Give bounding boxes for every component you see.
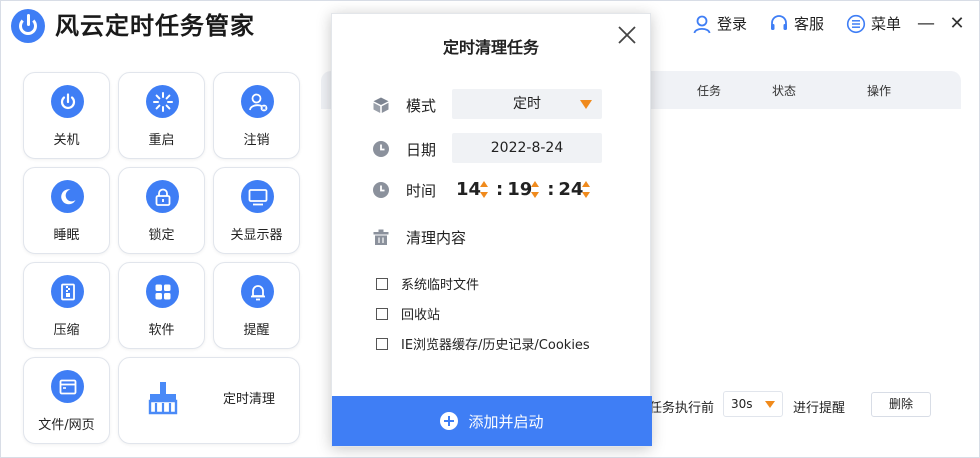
time-separator: : — [547, 179, 555, 200]
tile-label: 关显示器 — [230, 228, 283, 243]
option-ie-cache[interactable]: IE浏览器缓存/历史记录/Cookies — [376, 334, 590, 353]
date-field[interactable]: 2022-8-24 — [452, 133, 602, 163]
tile-reminder[interactable]: 提醒 — [213, 262, 300, 349]
tile-compress[interactable]: 压缩 — [23, 262, 110, 349]
mode-label: 模式 — [406, 97, 437, 115]
service-label: 客服 — [793, 15, 824, 33]
clock-icon — [373, 182, 389, 198]
tile-logout[interactable]: 注销 — [213, 72, 300, 159]
minimize-button[interactable]: — — [917, 13, 935, 34]
tile-label: 锁定 — [148, 228, 175, 243]
tile-label: 重启 — [148, 133, 175, 148]
remind-time-select[interactable]: 30s — [723, 391, 783, 417]
browser-icon — [51, 370, 84, 403]
service-button[interactable]: 客服 — [769, 13, 824, 34]
trash-icon — [373, 229, 389, 245]
tile-shutdown[interactable]: 关机 — [23, 72, 110, 159]
dialog-title: 定时清理任务 — [442, 38, 539, 57]
checkbox[interactable] — [376, 307, 388, 320]
add-and-start-label: 添加并启动 — [468, 412, 544, 431]
top-actions: 登录 客服 菜单 — ✕ — [670, 13, 965, 34]
checkbox[interactable] — [376, 277, 388, 290]
tile-label: 压缩 — [53, 323, 80, 338]
clean-content-label: 清理内容 — [406, 229, 467, 247]
tile-label: 注销 — [243, 133, 270, 148]
column-action: 操作 — [867, 84, 892, 98]
menu-list-icon — [846, 14, 866, 33]
broom-icon — [148, 382, 178, 415]
tile-lock[interactable]: 锁定 — [118, 167, 205, 254]
logout-user-icon — [241, 85, 274, 118]
mode-select[interactable]: 定时 — [452, 89, 602, 119]
date-label: 日期 — [406, 141, 437, 159]
bell-icon — [241, 275, 274, 308]
user-icon — [693, 15, 711, 33]
archive-icon — [51, 275, 84, 308]
login-button[interactable]: 登录 — [692, 13, 747, 34]
lock-icon — [146, 180, 179, 213]
close-window-button[interactable]: ✕ — [949, 13, 965, 34]
second-stepper[interactable] — [582, 180, 592, 200]
remind-suffix: 进行提醒 — [793, 401, 846, 416]
app-title: 风云定时任务管家 — [55, 12, 255, 40]
plus-circle-icon — [440, 412, 459, 430]
power-icon — [51, 85, 84, 118]
tile-monitor-off[interactable]: 关显示器 — [213, 167, 300, 254]
option-label: 系统临时文件 — [401, 278, 480, 293]
minute-value[interactable]: 19 — [507, 179, 532, 200]
tile-file-web[interactable]: 文件/网页 — [23, 357, 110, 444]
option-label: 回收站 — [401, 308, 441, 323]
tile-scheduled-clean[interactable]: 定时清理 — [118, 357, 300, 444]
menu-button[interactable]: 菜单 — [846, 13, 901, 34]
tile-restart[interactable]: 重启 — [118, 72, 205, 159]
tile-label: 软件 — [148, 323, 175, 338]
column-status: 状态 — [772, 84, 797, 98]
apps-icon — [146, 275, 179, 308]
remind-prefix: 任务执行前 — [649, 401, 715, 416]
moon-icon — [51, 180, 84, 213]
app-window: 风云定时任务管家 登录 客服 菜单 — ✕ 关机 重启 注销 睡眠 锁定 关显示… — [0, 0, 980, 458]
menu-label: 菜单 — [870, 15, 901, 33]
minute-stepper[interactable] — [531, 180, 541, 200]
remind-time-value: 30s — [731, 397, 753, 411]
tile-label: 提醒 — [243, 323, 270, 338]
checkbox[interactable] — [376, 337, 388, 350]
tile-label: 定时清理 — [222, 392, 275, 407]
restart-icon — [146, 85, 179, 118]
login-label: 登录 — [716, 15, 747, 33]
tile-software[interactable]: 软件 — [118, 262, 205, 349]
add-and-start-button[interactable]: 添加并启动 — [332, 396, 652, 446]
time-label: 时间 — [406, 182, 437, 200]
tile-label: 文件/网页 — [38, 418, 95, 433]
hour-value[interactable]: 14 — [456, 179, 481, 200]
hour-stepper[interactable] — [480, 180, 490, 200]
time-picker: 14 : 19 : 24 — [456, 179, 596, 200]
chevron-down-icon — [580, 100, 592, 109]
delete-button[interactable]: 删除 — [871, 392, 931, 417]
scheduled-clean-dialog: 定时清理任务 模式 定时 日期 2022-8-24 时间 14 : 19 : 2… — [331, 13, 652, 447]
headset-icon — [770, 14, 787, 30]
column-task: 任务 — [697, 84, 722, 98]
app-logo-icon — [11, 9, 45, 43]
second-value[interactable]: 24 — [558, 179, 583, 200]
close-icon[interactable] — [616, 24, 638, 46]
cube-icon — [373, 97, 389, 113]
tile-label: 睡眠 — [53, 228, 80, 243]
option-temp-files[interactable]: 系统临时文件 — [376, 274, 479, 293]
option-recycle-bin[interactable]: 回收站 — [376, 304, 440, 323]
tile-sleep[interactable]: 睡眠 — [23, 167, 110, 254]
option-label: IE浏览器缓存/历史记录/Cookies — [401, 338, 590, 353]
time-separator: : — [496, 179, 504, 200]
mode-value: 定时 — [513, 96, 541, 112]
tile-label: 关机 — [53, 133, 80, 148]
chevron-down-icon — [765, 401, 775, 408]
monitor-icon — [241, 180, 274, 213]
clock-icon — [373, 141, 389, 157]
